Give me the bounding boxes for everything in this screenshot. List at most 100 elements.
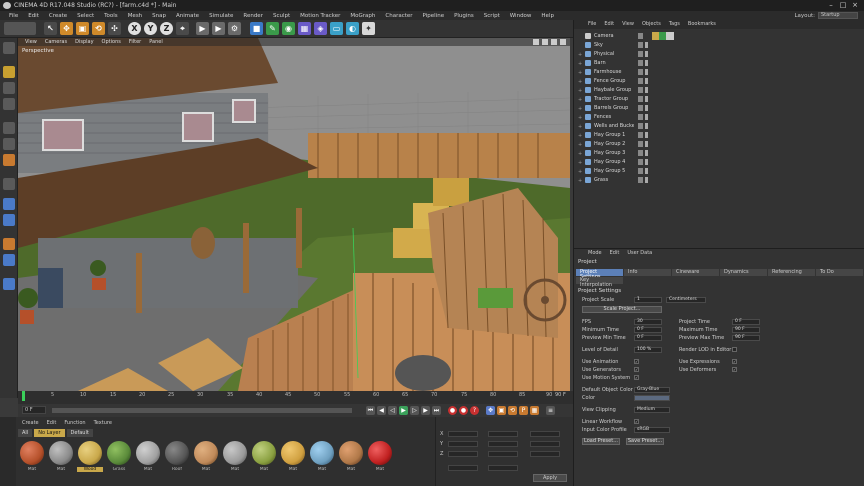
use-generators-checkbox[interactable]: ✓: [634, 367, 639, 372]
expand-icon[interactable]: +: [578, 160, 582, 166]
object-menu-view[interactable]: View: [618, 20, 638, 29]
material-menu-texture[interactable]: Texture: [90, 420, 116, 426]
load-preset-button[interactable]: Load Preset...: [582, 438, 620, 445]
visibility-toggle[interactable]: [638, 159, 643, 165]
viewport-menu-filter[interactable]: Filter: [125, 38, 145, 46]
expand-icon[interactable]: +: [578, 97, 582, 103]
material-swatch[interactable]: [165, 441, 189, 465]
undo-redo-group[interactable]: [4, 22, 36, 35]
render-picture-viewer-icon[interactable]: ▶: [212, 22, 225, 35]
menu-edit[interactable]: Edit: [23, 13, 44, 19]
material-swatch[interactable]: [20, 441, 44, 465]
render-toggle[interactable]: [645, 114, 648, 120]
play-icon[interactable]: ▶: [399, 406, 408, 415]
use-deformers-checkbox[interactable]: ✓: [732, 367, 737, 372]
object-menu-objects[interactable]: Objects: [638, 20, 665, 29]
save-preset-button[interactable]: Save Preset...: [626, 438, 664, 445]
view-clipping-dropdown[interactable]: Medium: [634, 407, 670, 413]
object-row[interactable]: + Physical: [578, 50, 864, 59]
pan-icon[interactable]: [533, 39, 539, 45]
visibility-toggle[interactable]: [638, 96, 643, 102]
polygons-mode-icon[interactable]: [3, 154, 15, 166]
attribute-menu-mode[interactable]: Mode: [584, 249, 606, 257]
visibility-toggle[interactable]: [638, 132, 643, 138]
timeline[interactable]: 0 5 10 15 20 25 30 35 40 45 50 55 60 65 …: [18, 391, 573, 417]
render-toggle[interactable]: [645, 150, 648, 156]
menu-file[interactable]: File: [4, 13, 23, 19]
expand-icon[interactable]: +: [578, 79, 582, 85]
material-swatch[interactable]: [78, 441, 102, 465]
object-row[interactable]: + Barn: [578, 59, 864, 68]
viewport-menu-panel[interactable]: Panel: [145, 38, 167, 46]
enable-axis-icon[interactable]: [3, 178, 15, 190]
z-axis-icon[interactable]: Z: [160, 22, 173, 35]
object-row[interactable]: + Hay Group 4: [578, 158, 864, 167]
edges-mode-icon[interactable]: [3, 138, 15, 150]
key-parameter-icon[interactable]: P: [519, 406, 528, 415]
project-time-field[interactable]: 0 F: [732, 319, 760, 325]
position-y-field[interactable]: [448, 441, 478, 447]
close-button[interactable]: ×: [850, 1, 860, 9]
start-frame-field[interactable]: 0 F: [22, 406, 46, 414]
expand-icon[interactable]: +: [578, 124, 582, 130]
use-expressions-checkbox[interactable]: ✓: [732, 359, 737, 364]
tab-key-interpolation[interactable]: Key Interpolation: [576, 277, 623, 288]
menu-snap[interactable]: Snap: [147, 13, 171, 19]
viewport-menu-display[interactable]: Display: [71, 38, 97, 46]
expand-icon[interactable]: +: [578, 133, 582, 139]
object-row[interactable]: + Hay Group 5: [578, 167, 864, 176]
menu-motion-tracker[interactable]: Motion Tracker: [295, 13, 345, 19]
y-axis-icon[interactable]: Y: [144, 22, 157, 35]
viewport-menu-view[interactable]: View: [21, 38, 41, 46]
next-key-icon[interactable]: ▶: [421, 406, 430, 415]
move-icon[interactable]: ✥: [60, 22, 73, 35]
menu-animate[interactable]: Animate: [171, 13, 204, 19]
visibility-toggle[interactable]: [638, 69, 643, 75]
tab-project-settings[interactable]: Project Settings: [576, 269, 623, 280]
menu-script[interactable]: Script: [479, 13, 505, 19]
quantize-icon[interactable]: [3, 238, 15, 250]
level-of-detail-field[interactable]: 100 %: [634, 347, 662, 353]
material-menu-edit[interactable]: Edit: [43, 420, 61, 426]
visibility-toggle[interactable]: [638, 141, 643, 147]
tag-icons[interactable]: [652, 32, 674, 40]
render-toggle[interactable]: [645, 177, 648, 183]
menu-select[interactable]: Select: [72, 13, 99, 19]
position-x-field[interactable]: [448, 431, 478, 437]
position-z-field[interactable]: [448, 451, 478, 457]
minimize-button[interactable]: –: [826, 1, 836, 9]
preview-min-time-field[interactable]: 0 F: [634, 335, 662, 341]
preview-max-time-field[interactable]: 90 F: [732, 335, 760, 341]
expand-icon[interactable]: +: [578, 106, 582, 112]
material-swatch[interactable]: [223, 441, 247, 465]
viewport-menu-options[interactable]: Options: [98, 38, 125, 46]
key-scale-icon[interactable]: ▣: [497, 406, 506, 415]
rotation-p-field[interactable]: [530, 441, 560, 447]
input-color-profile-dropdown[interactable]: sRGB: [634, 427, 670, 433]
visibility-toggle[interactable]: [638, 51, 643, 57]
visibility-toggle[interactable]: [638, 42, 643, 48]
model-mode-icon[interactable]: [3, 66, 15, 78]
render-toggle[interactable]: [645, 87, 648, 93]
material-swatch[interactable]: [339, 441, 363, 465]
expand-icon[interactable]: +: [578, 151, 582, 157]
attribute-menu-user-data[interactable]: User Data: [623, 249, 656, 257]
viewport-menu-cameras[interactable]: Cameras: [41, 38, 71, 46]
menu-sculpt[interactable]: Sculpt: [268, 13, 295, 19]
menu-create[interactable]: Create: [44, 13, 72, 19]
expand-icon[interactable]: +: [578, 70, 582, 76]
render-lod-checkbox[interactable]: [732, 347, 737, 352]
prev-frame-icon[interactable]: ◁: [388, 406, 397, 415]
render-toggle[interactable]: [645, 141, 648, 147]
object-row[interactable]: + Hay Group 1: [578, 131, 864, 140]
tab-cineware[interactable]: Cineware: [672, 269, 719, 276]
tab-to-do[interactable]: To Do: [816, 269, 863, 276]
visibility-toggle[interactable]: [638, 114, 643, 120]
object-row[interactable]: + Hay Group 3: [578, 149, 864, 158]
viewport-perspective[interactable]: View Cameras Display Options Filter Pane…: [18, 38, 570, 391]
scale-icon[interactable]: ▣: [76, 22, 89, 35]
render-view-icon[interactable]: ▶: [196, 22, 209, 35]
render-toggle[interactable]: [645, 168, 648, 174]
menu-mesh[interactable]: Mesh: [123, 13, 147, 19]
attribute-menu-edit[interactable]: Edit: [606, 249, 624, 257]
